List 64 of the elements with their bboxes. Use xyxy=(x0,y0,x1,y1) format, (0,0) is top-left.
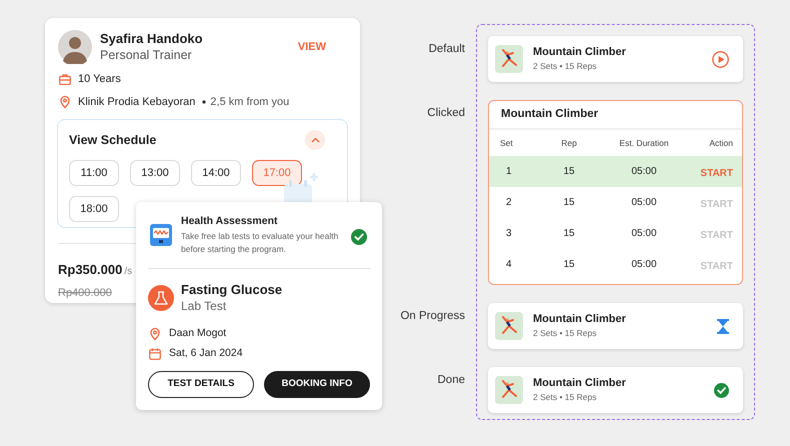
table-cell-text: 3 xyxy=(505,227,513,241)
exercise-subtitle: 2 Sets • 15 Reps xyxy=(533,60,598,73)
location-pin-icon xyxy=(59,94,71,109)
collapse-button[interactable] xyxy=(305,130,325,150)
exercise-title: Mountain Climber xyxy=(533,376,627,390)
exercise-figure-icon xyxy=(495,312,523,340)
trainer-role: Personal Trainer xyxy=(100,46,193,64)
table-cell-text: 15 xyxy=(562,196,576,210)
state-label: On Progress xyxy=(400,309,465,324)
time-slot[interactable]: 11:00 xyxy=(69,160,119,186)
assessment-title: Health Assessment xyxy=(181,214,278,228)
schedule-title: View Schedule xyxy=(69,132,156,149)
booking-info-button[interactable]: BOOKING INFO xyxy=(264,370,370,398)
test-date: Sat, 6 Jan 2024 xyxy=(169,346,243,361)
exercise-card[interactable]: Mountain Climber 2 Sets • 15 Reps xyxy=(488,303,743,349)
calendar-icon xyxy=(149,348,161,360)
price-unit: /s xyxy=(124,265,132,279)
column-header: Set xyxy=(499,136,514,150)
exercise-title: Mountain Climber xyxy=(501,106,598,122)
test-details-button[interactable]: TEST DETAILS xyxy=(148,370,254,398)
test-title: Fasting Glucose xyxy=(181,282,282,298)
distance-text: 2,5 km from you xyxy=(210,94,290,110)
briefcase-icon xyxy=(59,74,71,85)
table-cell-text: 2 xyxy=(505,196,513,210)
table-cell-text: 15 xyxy=(562,258,576,272)
dot-icon xyxy=(202,100,206,104)
state-label: Clicked xyxy=(427,106,465,121)
experience-text: 10 Years xyxy=(78,72,121,87)
table-cell-text: 05:00 xyxy=(630,258,658,272)
table-cell-text: 4 xyxy=(505,258,513,272)
exercise-figure-icon xyxy=(495,45,523,73)
trainer-name: Syafira Handoko xyxy=(100,30,204,46)
clinic-name: Klinik Prodia Kebayoran xyxy=(78,94,196,110)
exercise-subtitle: 2 Sets • 15 Reps xyxy=(533,327,598,340)
table-cell-text: 1 xyxy=(505,165,513,179)
old-price: Rp400.000 xyxy=(58,286,112,300)
table-cell-text: 15 xyxy=(562,227,576,241)
price: Rp350.000 xyxy=(58,261,122,279)
avatar xyxy=(58,30,92,64)
state-label: Done xyxy=(438,373,465,388)
test-type: Lab Test xyxy=(181,298,228,314)
table-cell-text: 05:00 xyxy=(630,227,658,241)
exercise-figure-icon xyxy=(495,376,523,404)
time-slot[interactable]: 13:00 xyxy=(130,160,180,186)
time-slot[interactable]: 14:00 xyxy=(191,160,241,186)
exercise-title: Mountain Climber xyxy=(533,312,627,326)
exercise-title: Mountain Climber xyxy=(533,45,627,59)
column-header: Action xyxy=(708,136,734,150)
exercise-card[interactable]: Mountain Climber 2 Sets • 15 Reps xyxy=(488,36,743,82)
assessment-description: Take free lab tests to evaluate your health before starting the program. xyxy=(181,230,340,256)
state-label: Default xyxy=(428,42,465,57)
column-header: Rep xyxy=(560,136,578,150)
table-cell-text: 05:00 xyxy=(630,165,658,179)
table-cell-text: 05:00 xyxy=(630,196,658,210)
flask-icon xyxy=(148,285,174,311)
time-slot[interactable]: 18:00 xyxy=(69,196,119,222)
test-location: Daan Mogot xyxy=(169,326,226,341)
exercise-subtitle: 2 Sets • 15 Reps xyxy=(533,391,598,404)
exercise-card[interactable]: Mountain Climber 2 Sets • 15 Reps xyxy=(488,367,743,413)
table-cell-text: 15 xyxy=(562,165,576,179)
chevron-icon xyxy=(310,137,320,143)
column-header: Est. Duration xyxy=(618,136,670,150)
monitor-icon xyxy=(150,224,172,246)
location-pin-icon xyxy=(149,326,161,341)
